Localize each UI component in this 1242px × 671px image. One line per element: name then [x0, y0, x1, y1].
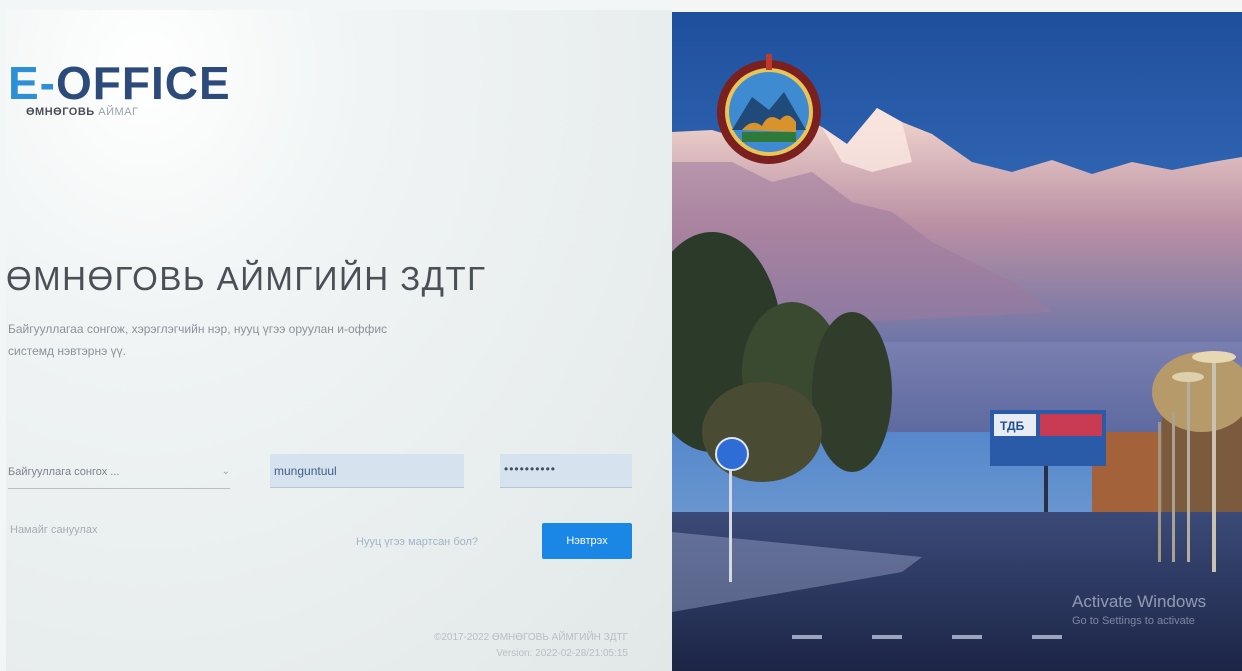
activate-windows-subtitle: Go to Settings to activate: [1072, 615, 1195, 627]
username-input[interactable]: munguntuul: [270, 454, 464, 488]
screen: E-OFFICE ӨМНӨГОВЬ АЙМАГ ӨМНӨГОВЬ АЙМГИЙН…: [0, 0, 1242, 671]
password-input[interactable]: ••••••••••: [500, 454, 632, 488]
organization-select[interactable]: Байгууллага сонгох ... ⌄: [8, 458, 230, 489]
login-instructions: Байгууллагаа сонгож, хэрэглэгчийн нэр, н…: [8, 318, 568, 362]
copyright-line: ©2017-2022 ӨМНӨГОВЬ АЙМГИЙН ЗДТГ: [433, 632, 628, 643]
logo-subtitle-bold: ӨМНӨГОВЬ: [26, 106, 95, 118]
logo-main: OFFICE: [56, 57, 231, 109]
instructions-line-2: системд нэвтэрнэ үү.: [8, 344, 126, 358]
copyright-footer: ©2017-2022 ӨМНӨГОВЬ АЙМГИЙН ЗДТГ Version…: [434, 630, 628, 662]
activate-windows-title: Activate Windows: [1072, 592, 1207, 611]
login-panel: E-OFFICE ӨМНӨГОВЬ АЙМАГ ӨМНӨГОВЬ АЙМГИЙН…: [6, 10, 672, 671]
logo-prefix: E-: [8, 57, 56, 109]
forgot-password-link[interactable]: Нууц үгээ мартсан бол?: [356, 536, 478, 548]
billboard-text: ТДБ: [1000, 419, 1025, 433]
organization-select-value: Байгууллага сонгох ...: [8, 466, 120, 478]
login-button[interactable]: Нэвтрэх: [542, 523, 632, 559]
logo-subtitle: ӨМНӨГОВЬ АЙМАГ: [26, 106, 138, 118]
logo-subtitle-light: АЙМАГ: [98, 106, 139, 118]
top-strip: [672, 0, 1242, 12]
e-office-logo: E-OFFICE: [8, 60, 231, 106]
background-photo: ТДБ: [672, 12, 1242, 671]
chevron-down-icon: ⌄: [221, 466, 230, 477]
organization-title: ӨМНӨГОВЬ АЙМГИЙН ЗДТГ: [6, 260, 487, 297]
instructions-line-1: Байгууллагаа сонгож, хэрэглэгчийн нэр, н…: [8, 322, 388, 336]
remember-me-checkbox[interactable]: Намайг сануулах: [10, 524, 97, 536]
version-line: Version: 2022-02-28/21:05:15: [496, 648, 628, 659]
